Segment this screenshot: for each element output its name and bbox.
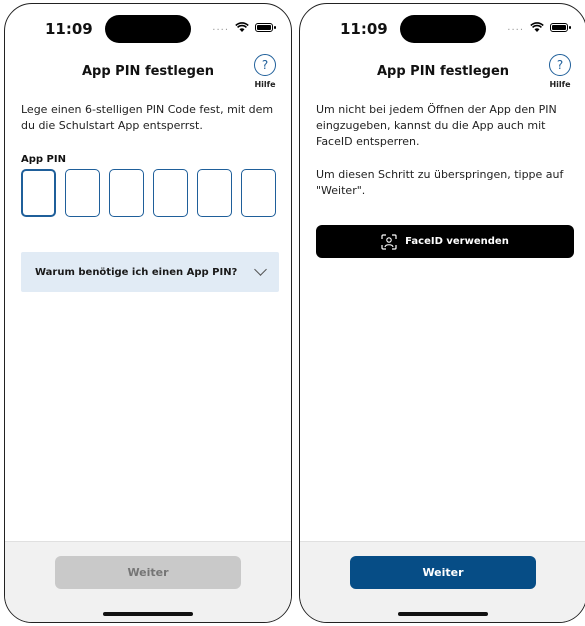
battery-icon: [550, 23, 571, 32]
battery-icon: [255, 23, 276, 32]
pin-digit-3[interactable]: [109, 169, 144, 217]
help-button[interactable]: ? Hilfe: [544, 54, 576, 89]
wifi-icon: [235, 22, 249, 32]
faceid-button-label: FaceID verwenden: [405, 236, 509, 247]
help-icon: ?: [254, 54, 276, 76]
chevron-down-icon: [254, 263, 267, 276]
continue-button[interactable]: Weiter: [55, 556, 241, 589]
faceid-info-text: Um nicht bei jedem Öffnen der App den PI…: [316, 103, 557, 148]
phone-screen-pin-entry: 11:09 .... App PIN festlegen ? Hilfe Leg…: [4, 3, 292, 623]
intro-text: Lege einen 6-stelligen PIN Code fest, mi…: [21, 103, 274, 132]
help-label: Hilfe: [549, 80, 571, 89]
phone-screen-faceid: 11:09 .... App PIN festlegen ? Hilfe Um …: [299, 3, 585, 623]
signal-icon: ....: [507, 22, 524, 33]
pin-label: App PIN: [21, 154, 66, 165]
accordion-title: Warum benötige ich einen App PIN?: [35, 266, 238, 278]
status-bar: 11:09 ....: [5, 4, 291, 54]
footer-bar: Weiter: [5, 541, 291, 622]
pin-digit-4[interactable]: [153, 169, 188, 217]
status-time: 11:09: [340, 20, 388, 38]
status-bar: 11:09 ....: [300, 4, 585, 54]
status-time: 11:09: [45, 20, 93, 38]
pin-digit-6[interactable]: [241, 169, 276, 217]
dynamic-island: [105, 15, 191, 43]
help-label: Hilfe: [254, 80, 276, 89]
page-title: App PIN festlegen: [376, 64, 510, 79]
home-indicator: [398, 612, 488, 616]
help-icon: ?: [549, 54, 571, 76]
footer-bar: Weiter: [300, 541, 585, 622]
face-id-icon: [381, 233, 397, 250]
wifi-icon: [530, 22, 544, 32]
skip-info-text: Um diesen Schritt zu überspringen, tippe…: [316, 168, 564, 197]
why-pin-accordion[interactable]: Warum benötige ich einen App PIN?: [21, 252, 279, 292]
dynamic-island: [400, 15, 486, 43]
pin-digit-1[interactable]: [21, 169, 56, 217]
pin-input-group: [21, 169, 276, 217]
help-button[interactable]: ? Hilfe: [249, 54, 281, 89]
faceid-button[interactable]: FaceID verwenden: [316, 225, 574, 258]
home-indicator: [103, 612, 193, 616]
status-icons: ....: [507, 22, 571, 33]
status-icons: ....: [212, 22, 276, 33]
continue-button[interactable]: Weiter: [350, 556, 536, 589]
signal-icon: ....: [212, 22, 229, 33]
pin-digit-2[interactable]: [65, 169, 100, 217]
pin-digit-5[interactable]: [197, 169, 232, 217]
